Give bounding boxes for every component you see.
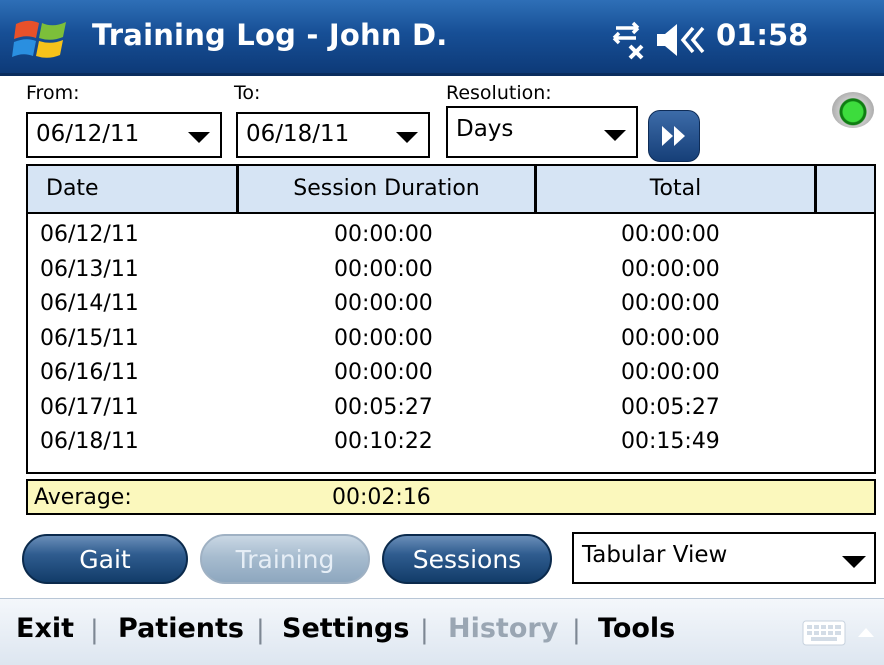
menu-history[interactable]: History xyxy=(448,613,558,644)
table-row[interactable]: 06/15/11 00:00:00 00:00:00 xyxy=(28,322,874,357)
cell-date: 06/14/11 xyxy=(40,291,139,316)
sessions-button[interactable]: Sessions xyxy=(382,534,552,584)
cell-date: 06/17/11 xyxy=(40,394,139,420)
table-header: Date Session Duration Total xyxy=(28,166,874,214)
cell-date: 06/13/11 xyxy=(40,256,139,282)
column-header-empty xyxy=(817,166,874,212)
chevron-down-icon xyxy=(188,132,210,143)
table-row[interactable]: 06/16/11 00:00:00 00:00:00 xyxy=(28,356,874,391)
column-header-session-duration[interactable]: Session Duration xyxy=(239,166,537,212)
resolution-dropdown[interactable]: Days xyxy=(446,106,638,158)
cell-total: 00:00:00 xyxy=(621,222,720,247)
menu-separator: | xyxy=(90,615,99,645)
from-date-value: 06/12/11 xyxy=(36,121,140,147)
title-bar: Training Log - John D. 01:58 xyxy=(0,0,884,76)
cell-session-duration: 00:00:00 xyxy=(334,325,433,351)
menu-settings[interactable]: Settings xyxy=(282,613,409,644)
table-row[interactable]: 06/13/11 00:00:00 00:00:00 xyxy=(28,253,874,288)
cell-total: 00:00:00 xyxy=(621,325,720,351)
keyboard-icon[interactable] xyxy=(802,620,846,646)
cell-date: 06/16/11 xyxy=(40,360,139,385)
cell-session-duration: 00:00:00 xyxy=(334,222,433,247)
average-value: 00:02:16 xyxy=(332,485,431,510)
connection-x-icon[interactable] xyxy=(606,20,650,60)
resolution-label: Resolution: xyxy=(446,82,552,104)
chevron-up-icon[interactable] xyxy=(858,628,874,637)
menu-separator: | xyxy=(420,615,429,645)
cell-session-duration: 00:00:00 xyxy=(334,360,433,385)
cell-session-duration: 00:05:27 xyxy=(334,394,433,420)
cell-session-duration: 00:00:00 xyxy=(334,256,433,282)
cell-total: 00:00:00 xyxy=(621,291,720,316)
cell-total: 00:15:49 xyxy=(621,429,720,454)
training-button[interactable]: Training xyxy=(200,534,370,584)
menu-separator: | xyxy=(256,615,265,645)
status-led-icon xyxy=(832,92,874,128)
from-label: From: xyxy=(26,82,80,104)
column-header-date[interactable]: Date xyxy=(28,166,239,212)
fast-forward-icon xyxy=(662,126,685,146)
table-row[interactable]: 06/14/11 00:00:00 00:00:00 xyxy=(28,287,874,322)
average-bar: Average: 00:02:16 xyxy=(26,479,876,515)
cell-total: 00:00:00 xyxy=(621,360,720,385)
menu-exit[interactable]: Exit xyxy=(16,613,74,644)
speaker-muted-icon[interactable] xyxy=(655,22,707,58)
cell-date: 06/15/11 xyxy=(40,325,139,351)
to-label: To: xyxy=(234,82,261,104)
menu-bar: Exit | Patients | Settings | History | T… xyxy=(0,598,884,665)
cell-total: 00:00:00 xyxy=(621,256,720,282)
table-row[interactable]: 06/12/11 00:00:00 00:00:00 xyxy=(28,218,874,253)
table-row[interactable]: 06/18/11 00:10:22 00:15:49 xyxy=(28,425,874,460)
menu-separator: | xyxy=(572,615,581,645)
chevron-down-icon xyxy=(396,132,418,143)
menu-patients[interactable]: Patients xyxy=(118,613,244,644)
window-title: Training Log - John D. xyxy=(92,18,448,52)
average-label: Average: xyxy=(34,485,132,510)
table-body: 06/12/11 00:00:00 00:00:00 06/13/11 00:0… xyxy=(28,218,874,460)
column-header-total[interactable]: Total xyxy=(537,166,817,212)
resolution-value: Days xyxy=(456,116,514,142)
cell-date: 06/18/11 xyxy=(40,429,139,454)
view-mode-value: Tabular View xyxy=(582,542,728,568)
cell-total: 00:05:27 xyxy=(621,394,720,420)
cell-session-duration: 00:00:00 xyxy=(334,291,433,316)
apply-filter-button[interactable] xyxy=(648,110,700,162)
menu-tools[interactable]: Tools xyxy=(598,613,675,644)
to-date-dropdown[interactable]: 06/18/11 xyxy=(236,112,430,158)
to-date-value: 06/18/11 xyxy=(246,121,350,147)
cell-session-duration: 00:10:22 xyxy=(334,429,433,454)
windows-start-icon[interactable] xyxy=(12,14,72,64)
clock[interactable]: 01:58 xyxy=(716,18,808,52)
gait-button[interactable]: Gait xyxy=(22,534,188,584)
chevron-down-icon xyxy=(842,556,866,568)
from-date-dropdown[interactable]: 06/12/11 xyxy=(26,112,222,158)
view-mode-dropdown[interactable]: Tabular View xyxy=(572,532,876,584)
table-row[interactable]: 06/17/11 00:05:27 00:05:27 xyxy=(28,391,874,426)
cell-date: 06/12/11 xyxy=(40,222,139,247)
chevron-down-icon xyxy=(604,130,626,141)
training-log-table[interactable]: Date Session Duration Total 06/12/11 00:… xyxy=(26,164,876,474)
